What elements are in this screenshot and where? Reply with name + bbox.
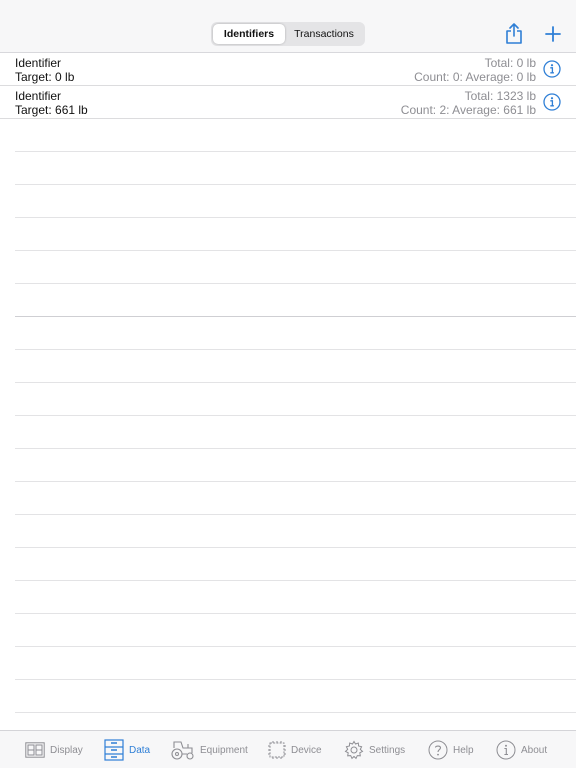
info-icon bbox=[496, 740, 516, 760]
row-separator bbox=[15, 185, 576, 218]
tab-equipment[interactable]: Equipment bbox=[171, 731, 248, 768]
row-separator bbox=[15, 647, 576, 680]
tab-label: Display bbox=[50, 744, 83, 756]
tab-settings[interactable]: Settings bbox=[344, 731, 405, 768]
row-separator bbox=[15, 548, 576, 581]
tab-label: Help bbox=[453, 744, 474, 756]
row-separator bbox=[15, 119, 576, 152]
gear-icon bbox=[344, 740, 364, 760]
row-separator bbox=[15, 515, 576, 548]
list-item[interactable]: Identifier Target: 0 lb Total: 0 lb Coun… bbox=[0, 53, 576, 86]
row-left-text: Identifier Target: 661 lb bbox=[15, 89, 88, 117]
info-icon[interactable] bbox=[543, 60, 561, 78]
row-separator bbox=[15, 581, 576, 614]
share-button[interactable] bbox=[502, 22, 526, 46]
tab-label: About bbox=[521, 744, 548, 756]
data-drawer-icon bbox=[104, 739, 124, 761]
identifier-title: Identifier bbox=[15, 56, 62, 70]
row-separator bbox=[15, 449, 576, 482]
row-separator bbox=[15, 482, 576, 515]
share-icon bbox=[506, 23, 522, 44]
tab-display[interactable]: Display bbox=[25, 731, 83, 768]
identifier-total: Total: 0 lb bbox=[484, 56, 536, 70]
row-separator bbox=[15, 416, 576, 449]
segmented-control: Identifiers Transactions bbox=[211, 22, 365, 46]
row-right-text: Total: 1323 lb Count: 2: Average: 661 lb bbox=[401, 89, 536, 117]
tab-label: Data bbox=[129, 744, 151, 756]
identifier-title: Identifier bbox=[15, 89, 62, 103]
segment-transactions[interactable]: Transactions bbox=[285, 24, 363, 44]
row-separator bbox=[15, 614, 576, 647]
identifier-list: Identifier Target: 0 lb Total: 0 lb Coun… bbox=[0, 53, 576, 119]
tractor-icon bbox=[171, 741, 194, 760]
info-icon[interactable] bbox=[543, 93, 561, 111]
navigation-bar: Identifiers Transactions bbox=[0, 0, 576, 53]
row-separator bbox=[15, 680, 576, 713]
identifier-stats: Count: 0: Average: 0 lb bbox=[414, 70, 536, 84]
identifier-target: Target: 661 lb bbox=[15, 103, 88, 117]
row-separator bbox=[15, 350, 576, 383]
identifier-total: Total: 1323 lb bbox=[464, 89, 536, 103]
help-icon bbox=[428, 740, 448, 760]
tab-bar: Display Data Equipment Device Settings H… bbox=[0, 730, 576, 768]
identifier-stats: Count: 2: Average: 661 lb bbox=[400, 103, 536, 117]
tab-label: Device bbox=[291, 744, 322, 756]
tab-about[interactable]: About bbox=[496, 731, 547, 768]
tab-label: Equipment bbox=[200, 744, 248, 756]
device-chip-icon bbox=[268, 741, 286, 759]
row-separator bbox=[15, 383, 576, 416]
row-separator bbox=[15, 284, 576, 317]
tab-data[interactable]: Data bbox=[104, 731, 150, 768]
list-item[interactable]: Identifier Target: 661 lb Total: 1323 lb… bbox=[0, 86, 576, 119]
row-separator bbox=[15, 251, 576, 284]
tab-label: Settings bbox=[369, 744, 406, 756]
segment-identifiers[interactable]: Identifiers bbox=[213, 24, 285, 44]
plus-icon bbox=[545, 26, 561, 42]
row-separator bbox=[15, 152, 576, 185]
identifier-target: Target: 0 lb bbox=[15, 70, 75, 84]
display-icon bbox=[25, 742, 45, 758]
tab-device[interactable]: Device bbox=[268, 731, 322, 768]
row-separator bbox=[15, 317, 576, 350]
tab-help[interactable]: Help bbox=[428, 731, 474, 768]
add-button[interactable] bbox=[541, 22, 565, 46]
row-right-text: Total: 0 lb Count: 0: Average: 0 lb bbox=[414, 56, 536, 84]
empty-table-area bbox=[15, 119, 576, 713]
row-left-text: Identifier Target: 0 lb bbox=[15, 56, 74, 84]
row-separator bbox=[15, 218, 576, 251]
